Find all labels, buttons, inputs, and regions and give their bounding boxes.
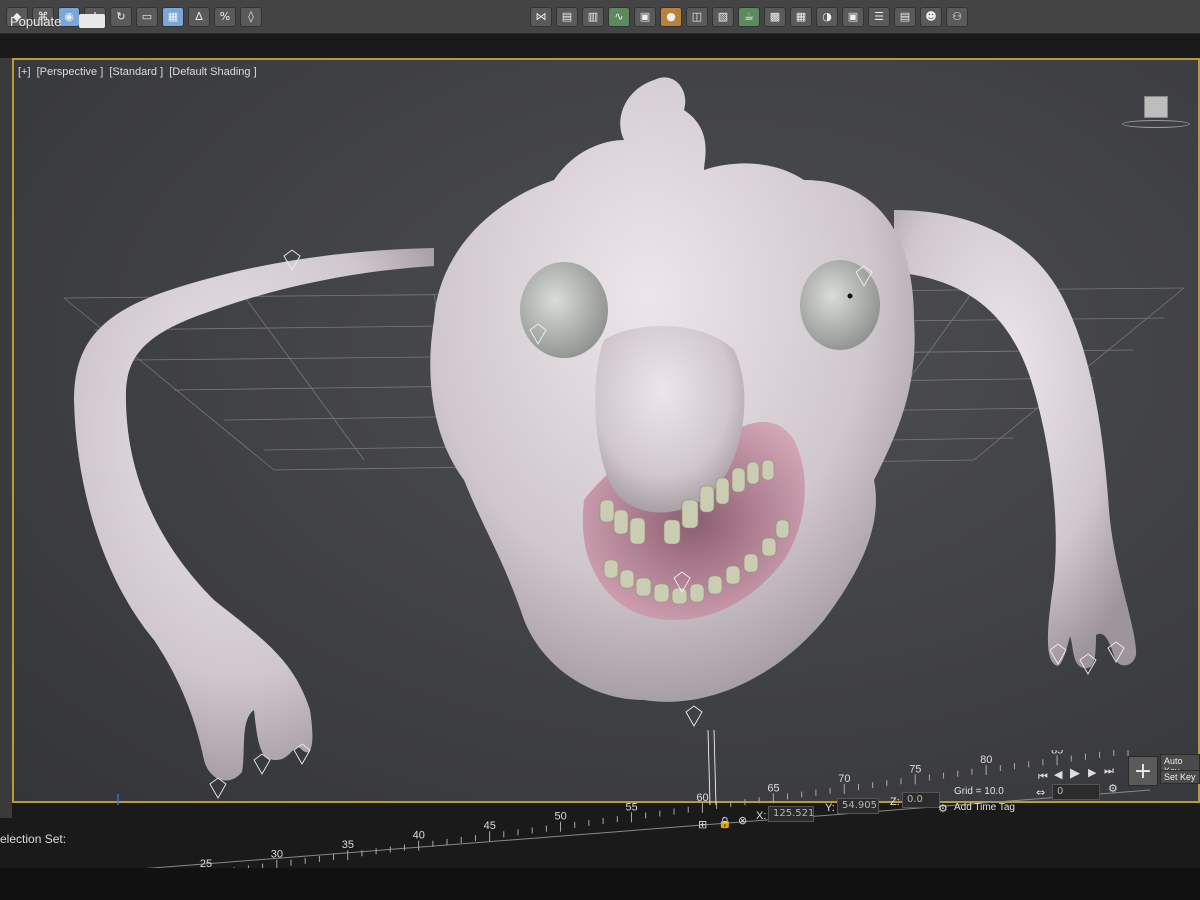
layer-icon[interactable]: ▥ — [582, 6, 604, 27]
timeline-tick-label: 75 — [909, 763, 921, 775]
list-icon[interactable]: ☰ — [868, 6, 890, 27]
curve-editor-icon[interactable]: ∿ — [608, 6, 630, 27]
prev-frame-icon[interactable]: ◀ — [1054, 768, 1062, 781]
align-icon[interactable]: ▤ — [556, 6, 578, 27]
grid-icon[interactable]: ▦ — [790, 6, 812, 27]
right-eye — [800, 260, 880, 350]
timeline-tick-label: 30 — [271, 849, 283, 861]
scene-model[interactable] — [14, 60, 1200, 805]
next-frame-icon[interactable]: ▶ — [1088, 766, 1096, 779]
y-coordinate-label: Y: — [825, 802, 835, 814]
lock-icon[interactable]: 🔒 — [718, 816, 732, 829]
photo-icon[interactable]: ▤ — [894, 6, 916, 27]
left-command-panel — [0, 58, 12, 818]
render-icon[interactable]: ☕ — [738, 6, 760, 27]
timeline-tick-label: 85 — [1051, 750, 1063, 756]
z-coordinate-label: Z: — [890, 796, 900, 808]
material-editor-icon[interactable]: ● — [660, 6, 682, 27]
zoom-extents-icon[interactable]: ⊞ — [698, 818, 707, 831]
mirror-icon[interactable]: ⋈ — [530, 6, 552, 27]
perspective-viewport[interactable]: [+] [Perspective ] [Standard ] [Default … — [12, 58, 1200, 805]
left-eye — [520, 262, 608, 358]
timeline-tick-label: 35 — [342, 839, 354, 851]
ribbon-dropdown[interactable] — [79, 14, 106, 28]
timeline-tick-label: 70 — [838, 773, 850, 785]
key-mode-icon[interactable]: ⇔ — [1036, 786, 1045, 799]
timeline-tick-label: 80 — [980, 754, 992, 766]
x-coordinate-field[interactable]: 125.521 — [768, 806, 814, 822]
render-iterative-icon[interactable]: ▩ — [764, 6, 786, 27]
play-icon[interactable]: ▶ — [1070, 766, 1080, 781]
render-online-icon[interactable]: ◑ — [816, 6, 838, 27]
render-frame-icon[interactable]: ▧ — [712, 6, 734, 27]
selection-set-label: election Set: — [0, 832, 67, 846]
tab-populate[interactable]: Populate — [10, 14, 61, 29]
right-pupil — [847, 293, 853, 299]
timeline-tick-label: 65 — [767, 782, 779, 794]
absolute-mode-icon[interactable]: ⊗ — [738, 814, 747, 827]
y-coordinate-field[interactable]: 54.905 — [837, 798, 879, 814]
timeline-tick-label: 55 — [625, 801, 637, 813]
time-tag-icon: ⚙ — [938, 802, 948, 815]
goto-end-icon[interactable]: ⏭ — [1104, 764, 1114, 778]
add-time-tag-button[interactable]: Add Time Tag — [954, 802, 1015, 813]
z-coordinate-field[interactable]: 0.0 — [902, 792, 940, 808]
current-frame-field[interactable]: 0 — [1052, 784, 1100, 800]
grid-size-label: Grid = 10.0 — [954, 786, 1004, 797]
time-config-icon[interactable]: ⚙ — [1108, 782, 1118, 795]
x-coordinate-label: X: — [756, 810, 767, 822]
goto-start-icon[interactable]: ⏮ — [1038, 770, 1048, 784]
timeline-tick-label: 40 — [413, 830, 425, 842]
timeline-tick-label: 50 — [555, 811, 567, 823]
help-icon[interactable]: ⚇ — [946, 6, 968, 27]
image-icon[interactable]: ▣ — [842, 6, 864, 27]
set-keys-button[interactable]: + — [1128, 756, 1158, 786]
set-key-button[interactable]: Set Key — [1160, 770, 1200, 784]
timeline-tick-label: 60 — [696, 792, 708, 804]
schematic-icon[interactable]: ▣ — [634, 6, 656, 27]
ribbon-subbar: Populate — [0, 8, 260, 34]
timeline-tick-label: 45 — [484, 820, 496, 832]
monitor-bezel — [0, 868, 1200, 900]
render-setup-icon[interactable]: ◫ — [686, 6, 708, 27]
sign-in-icon[interactable]: ☻ — [920, 6, 942, 27]
